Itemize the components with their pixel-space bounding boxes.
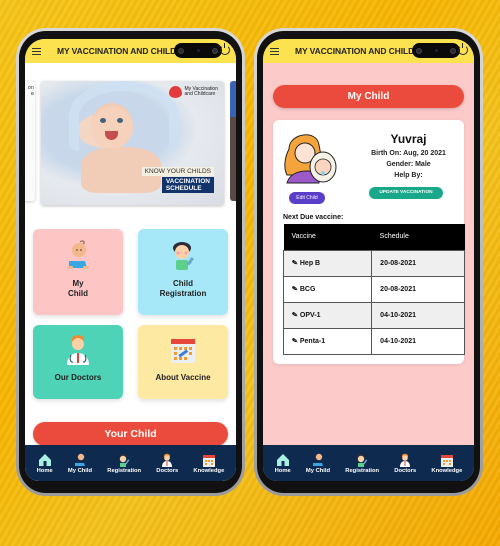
syringe-icon: ✎ <box>291 259 299 268</box>
vaccine-name: OPV-1 <box>299 312 321 319</box>
menu-icon[interactable] <box>270 47 279 55</box>
nav-label: Doctors <box>394 467 417 474</box>
tile-label: Child Registration <box>159 279 207 298</box>
bottom-nav: Home My Child Registration Doctors Knowl… <box>25 445 236 481</box>
prev-banner-peek[interactable]: on e <box>25 81 35 201</box>
phone-my-child: MY VACCINATION AND CHILDCARE My Child Ed… <box>254 28 483 496</box>
vaccine-schedule: 04-10-2021 <box>371 327 465 355</box>
table-header-row: Vaccine Schedule <box>283 224 465 250</box>
tile-about-vaccine[interactable]: About Vaccine <box>138 325 228 399</box>
vaccine-schedule: 20-08-2021 <box>371 275 465 303</box>
column-header-schedule: Schedule <box>371 224 465 250</box>
phone-home: MY VACCINATION AND CHILDCARE on e My Vac… <box>16 28 245 496</box>
table-row: ✎BCG 20-08-2021 <box>282 275 465 303</box>
front-camera <box>174 43 222 58</box>
tile-label: About Vaccine <box>155 373 211 382</box>
banner-slide[interactable]: My Vaccination and Childcare KNOW YOUR CH… <box>41 81 224 205</box>
syringe-icon: ✎ <box>291 311 299 320</box>
nav-label: My Child <box>67 467 93 474</box>
nav-doctors[interactable]: Doctors <box>156 453 178 474</box>
nav-knowledge[interactable]: Knowledge <box>193 453 224 474</box>
nav-registration[interactable]: Registration <box>107 453 141 474</box>
vaccine-schedule: 20-08-2021 <box>371 249 465 277</box>
app-bar: MY VACCINATION AND CHILDCARE <box>25 39 236 63</box>
calendar-vaccine-icon <box>171 339 195 363</box>
tile-our-doctors[interactable]: Our Doctors <box>33 325 123 399</box>
vaccine-name: Hep B <box>299 260 321 267</box>
child-help-by: Help By: <box>394 172 423 179</box>
nav-label: Home <box>36 467 53 474</box>
nav-registration[interactable]: Registration <box>345 453 379 474</box>
calendar-icon <box>202 454 215 467</box>
vaccine-name: BCG <box>299 286 316 293</box>
brand-name-line2: and Childcare <box>184 91 216 97</box>
registration-icon <box>357 453 368 467</box>
nav-label: My Child <box>305 467 331 474</box>
home-icon <box>276 453 289 466</box>
table-row: ✎Penta-1 04-10-2021 <box>282 327 465 355</box>
edit-child-button[interactable]: Edit Child <box>289 192 325 204</box>
nav-my-child[interactable]: My Child <box>306 453 330 474</box>
nav-label: Knowledge <box>431 467 463 474</box>
banner-tagline: KNOW YOUR CHILDS <box>141 167 214 176</box>
vaccine-table: Vaccine Schedule ✎Hep B 20-08-2021 ✎BCG … <box>282 224 465 355</box>
my-child-screen: MY VACCINATION AND CHILDCARE My Child Ed… <box>263 39 474 481</box>
next-due-label: Next Due vaccine: <box>283 214 344 221</box>
tile-my-child[interactable]: My Child <box>33 229 123 315</box>
nav-label: Doctors <box>156 467 179 474</box>
doctor-icon <box>67 335 89 365</box>
table-row: ✎Hep B 20-08-2021 <box>282 249 465 277</box>
baby-icon <box>74 453 85 466</box>
mother-baby-illustration <box>284 134 337 184</box>
app-bar: MY VACCINATION AND CHILDCARE <box>263 39 474 63</box>
update-vaccination-button[interactable]: UPDATE VACCINATION <box>369 187 443 199</box>
nav-doctors[interactable]: Doctors <box>394 453 416 474</box>
tile-label: My Child <box>68 279 88 298</box>
menu-grid: My Child Child Registration Our Doctors <box>33 229 228 399</box>
syringe-icon: ✎ <box>291 337 299 346</box>
bottom-nav: Home My Child Registration Doctors Knowl… <box>263 445 474 481</box>
child-birth-date: Birth On: Aug, 20 2021 <box>371 150 446 157</box>
heart-logo-icon <box>169 86 183 98</box>
home-icon <box>38 453 51 466</box>
my-child-header-button[interactable]: My Child <box>273 85 464 108</box>
child-name: Yuvraj <box>390 132 427 146</box>
child-profile-card: Edit Child Yuvraj Birth On: Aug, 20 2021… <box>273 120 465 364</box>
table-row: ✎OPV-1 04-10-2021 <box>282 301 465 329</box>
your-child-button[interactable]: Your Child <box>33 422 228 446</box>
syringe-icon: ✎ <box>291 285 299 294</box>
baby-icon <box>312 453 323 466</box>
menu-icon[interactable] <box>32 47 41 55</box>
crawling-baby-icon <box>67 240 89 269</box>
tile-child-registration[interactable]: Child Registration <box>138 229 228 315</box>
vaccine-name: Penta-1 <box>299 338 326 345</box>
child-gender: Gender: Male <box>386 161 431 168</box>
next-banner-peek[interactable] <box>230 81 236 201</box>
banner-headline: VACCINATION SCHEDULE <box>161 177 214 193</box>
nav-home[interactable]: Home <box>37 453 53 474</box>
vaccine-schedule: 04-10-2021 <box>371 301 465 329</box>
nav-label: Knowledge <box>193 467 225 474</box>
baby-photo <box>91 103 133 149</box>
tile-label: Our Doctors <box>54 373 102 382</box>
brand-logo: My Vaccination and Childcare <box>169 86 218 98</box>
banner-carousel[interactable]: on e My Vaccination and Childcare KNOW YO… <box>25 73 236 205</box>
doctor-icon <box>400 453 411 467</box>
nav-my-child[interactable]: My Child <box>68 453 92 474</box>
nav-label: Home <box>274 467 291 474</box>
power-icon[interactable] <box>220 43 230 55</box>
front-camera <box>412 43 460 58</box>
column-header-vaccine: Vaccine <box>283 224 372 250</box>
registration-icon <box>119 453 130 467</box>
power-icon[interactable] <box>458 43 468 55</box>
nav-knowledge[interactable]: Knowledge <box>431 453 462 474</box>
nav-home[interactable]: Home <box>275 453 291 474</box>
nurse-vaccine-icon <box>173 242 194 270</box>
nav-label: Registration <box>345 467 380 474</box>
calendar-icon <box>440 454 453 467</box>
nav-label: Registration <box>107 467 142 474</box>
home-screen: MY VACCINATION AND CHILDCARE on e My Vac… <box>25 39 236 481</box>
doctor-icon <box>162 453 173 467</box>
